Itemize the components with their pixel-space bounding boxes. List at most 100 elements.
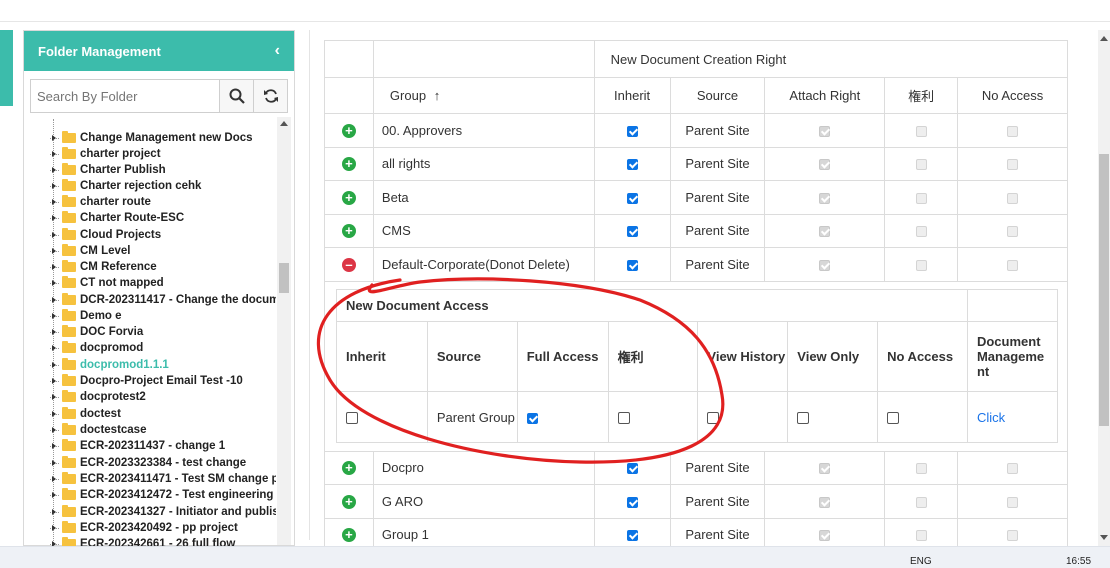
- folder-tree-item[interactable]: Charter rejection cehk: [50, 178, 201, 194]
- inherit-checkbox[interactable]: [626, 463, 638, 475]
- folder-tree-scrollbar[interactable]: [277, 117, 291, 545]
- no-access-checkbox: [1007, 192, 1019, 204]
- main-scroll-up-icon[interactable]: [1100, 36, 1108, 41]
- main-scroll-thumb[interactable]: [1099, 154, 1109, 426]
- inherit-checkbox[interactable]: [626, 125, 638, 137]
- folder-tree-item[interactable]: ECR-202311437 - change 1: [50, 438, 225, 454]
- expand-arrow-icon[interactable]: [50, 210, 60, 226]
- folder-tree-item[interactable]: docpromod: [50, 340, 143, 356]
- folder-tree-item[interactable]: Change Management new Docs: [50, 130, 253, 146]
- folder-tree-item[interactable]: Docpro-Project Email Test -10: [50, 373, 243, 389]
- folder-tree-item[interactable]: DCR-202311417 - Change the docume: [50, 292, 276, 308]
- inherit-checkbox[interactable]: [626, 192, 638, 204]
- folder-tree-item[interactable]: docpromod1.1.1: [50, 357, 169, 373]
- no-access-checkbox: [1007, 159, 1019, 171]
- folder-tree-item[interactable]: Charter Route-ESC: [50, 210, 184, 226]
- scroll-up-arrow-icon[interactable]: [280, 121, 288, 126]
- group-column-header[interactable]: Group ↑: [372, 77, 595, 114]
- folder-search-input[interactable]: [31, 80, 219, 112]
- expand-arrow-icon[interactable]: [50, 308, 60, 324]
- full-access-header: Full Access: [516, 321, 609, 392]
- no-access-checkbox: [1007, 125, 1019, 137]
- expand-row-icon[interactable]: +: [341, 494, 356, 509]
- folder-icon: [62, 244, 76, 256]
- folder-tree-item[interactable]: CM Reference: [50, 259, 157, 275]
- expand-arrow-icon[interactable]: [50, 406, 60, 422]
- expand-arrow-icon[interactable]: [50, 146, 60, 162]
- collapse-row-icon[interactable]: –: [341, 257, 356, 272]
- main-scrollbar[interactable]: [1098, 30, 1110, 546]
- folder-tree-item[interactable]: DOC Forvia: [50, 324, 143, 340]
- view-history-checkbox[interactable]: [707, 412, 720, 425]
- expand-arrow-icon[interactable]: [50, 422, 60, 438]
- folder-tree-item[interactable]: docprotest2: [50, 389, 146, 405]
- expand-arrow-icon[interactable]: [50, 520, 60, 536]
- folder-tree-item[interactable]: ECR-202341327 - Initiator and publish: [50, 504, 276, 520]
- expand-arrow-icon[interactable]: [50, 373, 60, 389]
- expand-arrow-icon[interactable]: [50, 357, 60, 373]
- expand-arrow-icon[interactable]: [50, 471, 60, 487]
- folder-icon: [62, 423, 76, 435]
- folder-label: Docpro-Project Email Test -10: [80, 375, 243, 387]
- expand-arrow-icon[interactable]: [50, 487, 60, 503]
- rights-panel: New Document Creation Right Group ↑ Inhe…: [324, 30, 1068, 546]
- expand-arrow-icon[interactable]: [50, 194, 60, 210]
- folder-tree-item[interactable]: charter project: [50, 146, 161, 162]
- expand-arrow-icon[interactable]: [50, 340, 60, 356]
- folder-tree-item[interactable]: ECR-2023412472 - Test engineering ch: [50, 487, 276, 503]
- sub-inherit-checkbox[interactable]: [346, 412, 358, 425]
- inherit-checkbox[interactable]: [626, 159, 638, 171]
- collapse-chevron-icon[interactable]: ‹: [275, 42, 280, 60]
- expand-arrow-icon[interactable]: [50, 162, 60, 178]
- attach-right-checkbox: [819, 530, 831, 542]
- expand-arrow-icon[interactable]: [50, 227, 60, 243]
- inherit-checkbox[interactable]: [626, 226, 638, 238]
- folder-tree-item[interactable]: Charter Publish: [50, 162, 166, 178]
- folder-tree-item[interactable]: CM Level: [50, 243, 131, 259]
- full-access-checkbox[interactable]: [526, 412, 538, 424]
- expand-arrow-icon[interactable]: [50, 324, 60, 340]
- expand-row-icon[interactable]: +: [341, 123, 356, 138]
- expand-arrow-icon[interactable]: [50, 243, 60, 259]
- inherit-checkbox[interactable]: [626, 259, 638, 271]
- search-button[interactable]: [219, 80, 253, 112]
- expand-row-icon[interactable]: +: [341, 157, 356, 172]
- sub-kenri-checkbox[interactable]: [617, 412, 630, 425]
- expand-arrow-icon[interactable]: [50, 389, 60, 405]
- folder-tree-item[interactable]: CT not mapped: [50, 275, 164, 291]
- refresh-button[interactable]: [253, 80, 287, 112]
- document-management-link[interactable]: Click: [977, 410, 1005, 425]
- folder-icon: [62, 195, 76, 207]
- expand-arrow-icon[interactable]: [50, 259, 60, 275]
- expand-row-icon[interactable]: +: [341, 528, 356, 543]
- folder-tree-item[interactable]: doctestcase: [50, 422, 146, 438]
- scroll-thumb[interactable]: [279, 263, 289, 293]
- folder-tree-item[interactable]: ECR-2023411471 - Test SM change pro: [50, 471, 276, 487]
- folder-icon: [62, 309, 76, 321]
- kenri-checkbox: [915, 192, 927, 204]
- expand-row-icon[interactable]: +: [341, 190, 356, 205]
- folder-tree-item[interactable]: doctest: [50, 406, 121, 422]
- expand-arrow-icon[interactable]: [50, 504, 60, 520]
- expand-row-icon[interactable]: +: [341, 224, 356, 239]
- expand-arrow-icon[interactable]: [50, 292, 60, 308]
- folder-label: DCR-202311417 - Change the docume: [80, 294, 276, 306]
- folder-tree-item[interactable]: Demo e: [50, 308, 122, 324]
- expand-arrow-icon[interactable]: [50, 438, 60, 454]
- expand-arrow-icon[interactable]: [50, 130, 60, 146]
- expand-arrow-icon[interactable]: [50, 275, 60, 291]
- folder-tree-item[interactable]: ECR-2023323384 - test change: [50, 455, 246, 471]
- expand-arrow-icon[interactable]: [50, 455, 60, 471]
- folder-label: DOC Forvia: [80, 326, 144, 338]
- sub-no-access-checkbox[interactable]: [887, 412, 900, 425]
- inherit-checkbox[interactable]: [626, 530, 638, 542]
- folder-tree-item[interactable]: ECR-2023420492 - pp project: [50, 520, 238, 536]
- folder-icon: [62, 147, 76, 159]
- view-only-checkbox[interactable]: [797, 412, 810, 425]
- main-scroll-down-icon[interactable]: [1100, 535, 1108, 540]
- folder-tree-item[interactable]: charter route: [50, 194, 151, 210]
- folder-tree-item[interactable]: Cloud Projects: [50, 227, 161, 243]
- inherit-checkbox[interactable]: [626, 496, 638, 508]
- expand-arrow-icon[interactable]: [50, 178, 60, 194]
- expand-row-icon[interactable]: +: [341, 461, 356, 476]
